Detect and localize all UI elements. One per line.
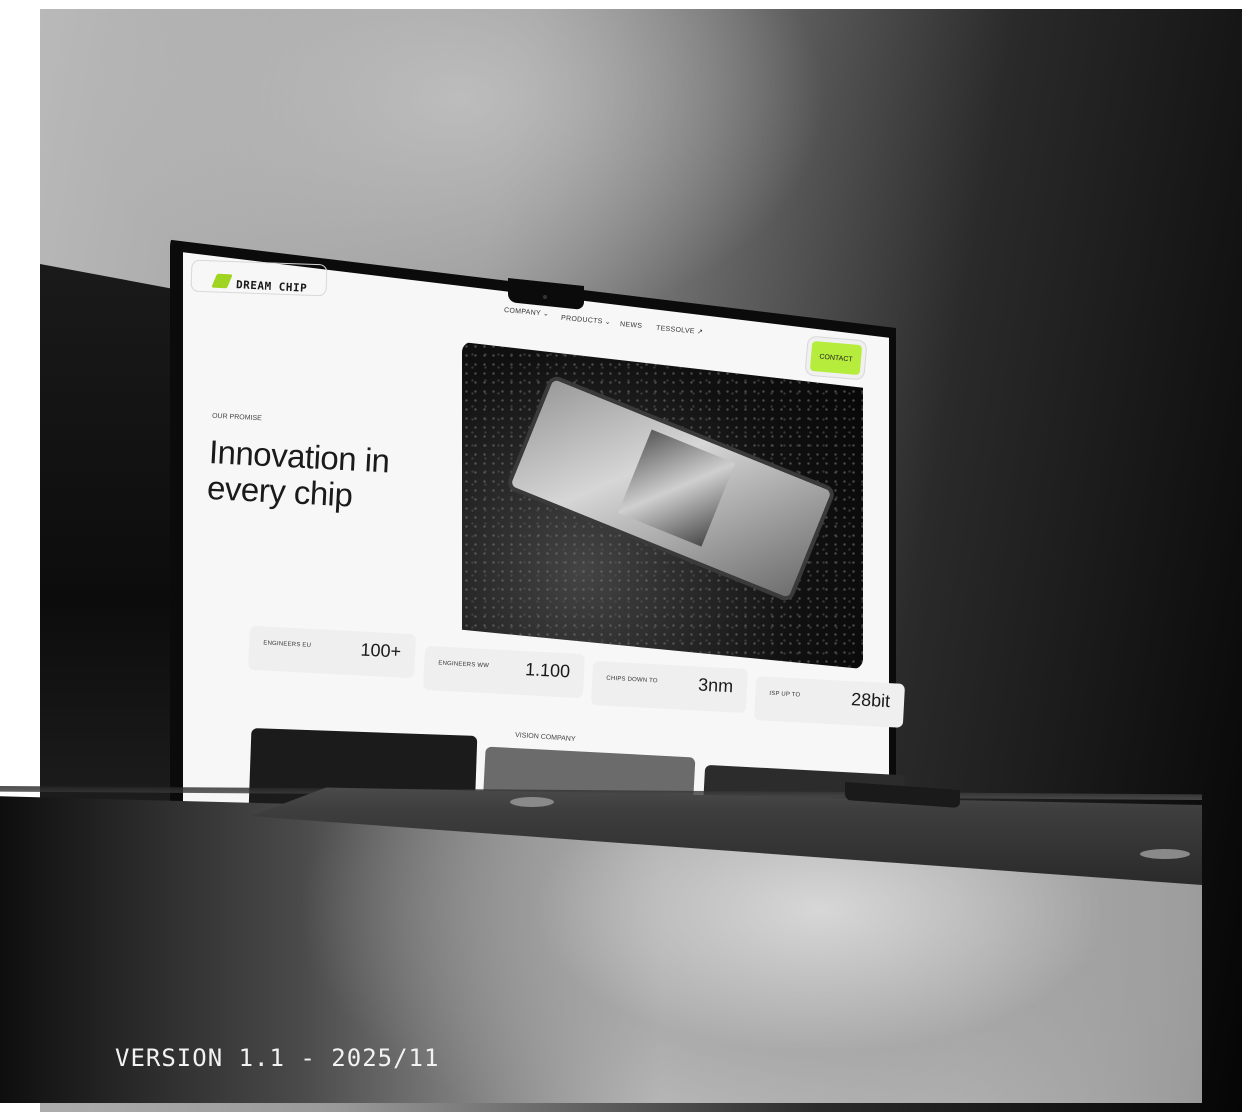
version-caption: VERSION 1.1 - 2025/11: [115, 1044, 440, 1072]
hero-headline: Innovation in every chip: [206, 433, 390, 515]
stat-label: ENGINEERS EU: [263, 640, 312, 649]
laptop-foot: [1140, 849, 1190, 859]
stat-label: ISP UP TO: [769, 690, 801, 699]
stat-label: CHIPS DOWN TO: [606, 675, 658, 685]
contact-button[interactable]: CONTACT: [809, 340, 863, 376]
stat-value: 100+: [360, 639, 402, 662]
stat-value: 1.100: [524, 659, 571, 682]
stat-card: ISP UP TO 28bit: [753, 676, 906, 728]
laptop-foot: [510, 797, 554, 807]
stat-value: 3nm: [697, 674, 734, 697]
stat-card: CHIPS DOWN TO 3nm: [590, 660, 749, 714]
stat-card: ENGINEERS WW 1.100: [422, 645, 586, 699]
chip-core: [617, 429, 736, 547]
stat-value: 28bit: [850, 689, 891, 712]
stat-card: ENGINEERS EU 100+: [247, 625, 417, 679]
camera-icon: [543, 295, 547, 299]
stat-label: ENGINEERS WW: [438, 660, 490, 670]
hero-image: [462, 342, 863, 669]
